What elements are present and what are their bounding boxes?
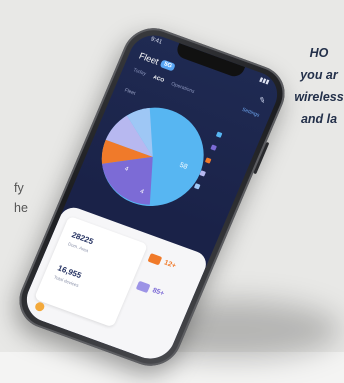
pill-orange[interactable]: 12+ — [143, 249, 197, 280]
tab-operations[interactable]: Operations — [170, 81, 195, 95]
cropped-body-text: fy he — [14, 181, 28, 215]
tab-settings[interactable]: Settings — [241, 107, 260, 119]
app-title: Fleet 5G — [138, 51, 177, 73]
edit-icon[interactable]: ✎ — [257, 95, 267, 106]
stats-card[interactable]: 28225 Dom. Area 16,955 Total devices — [33, 215, 149, 328]
tab-today[interactable]: Today — [132, 67, 147, 77]
legend-item — [210, 144, 246, 161]
tab-aco[interactable]: ACO — [152, 74, 165, 83]
status-time: 9:41 — [149, 36, 163, 46]
usage-pie-chart: 58 4 4 — [81, 89, 225, 225]
network-badge: 5G — [159, 59, 176, 72]
pill-purple[interactable]: 85+ — [131, 277, 185, 308]
signal-icon: ▮▮▮ — [258, 76, 270, 86]
device-icon — [147, 252, 163, 265]
summary-panel: 28225 Dom. Area 16,955 Total devices 12+… — [19, 203, 211, 366]
device-icon — [135, 280, 151, 293]
legend-item — [204, 157, 241, 174]
legend-item — [193, 183, 230, 200]
legend-item — [215, 131, 252, 149]
legend-item — [199, 170, 235, 187]
